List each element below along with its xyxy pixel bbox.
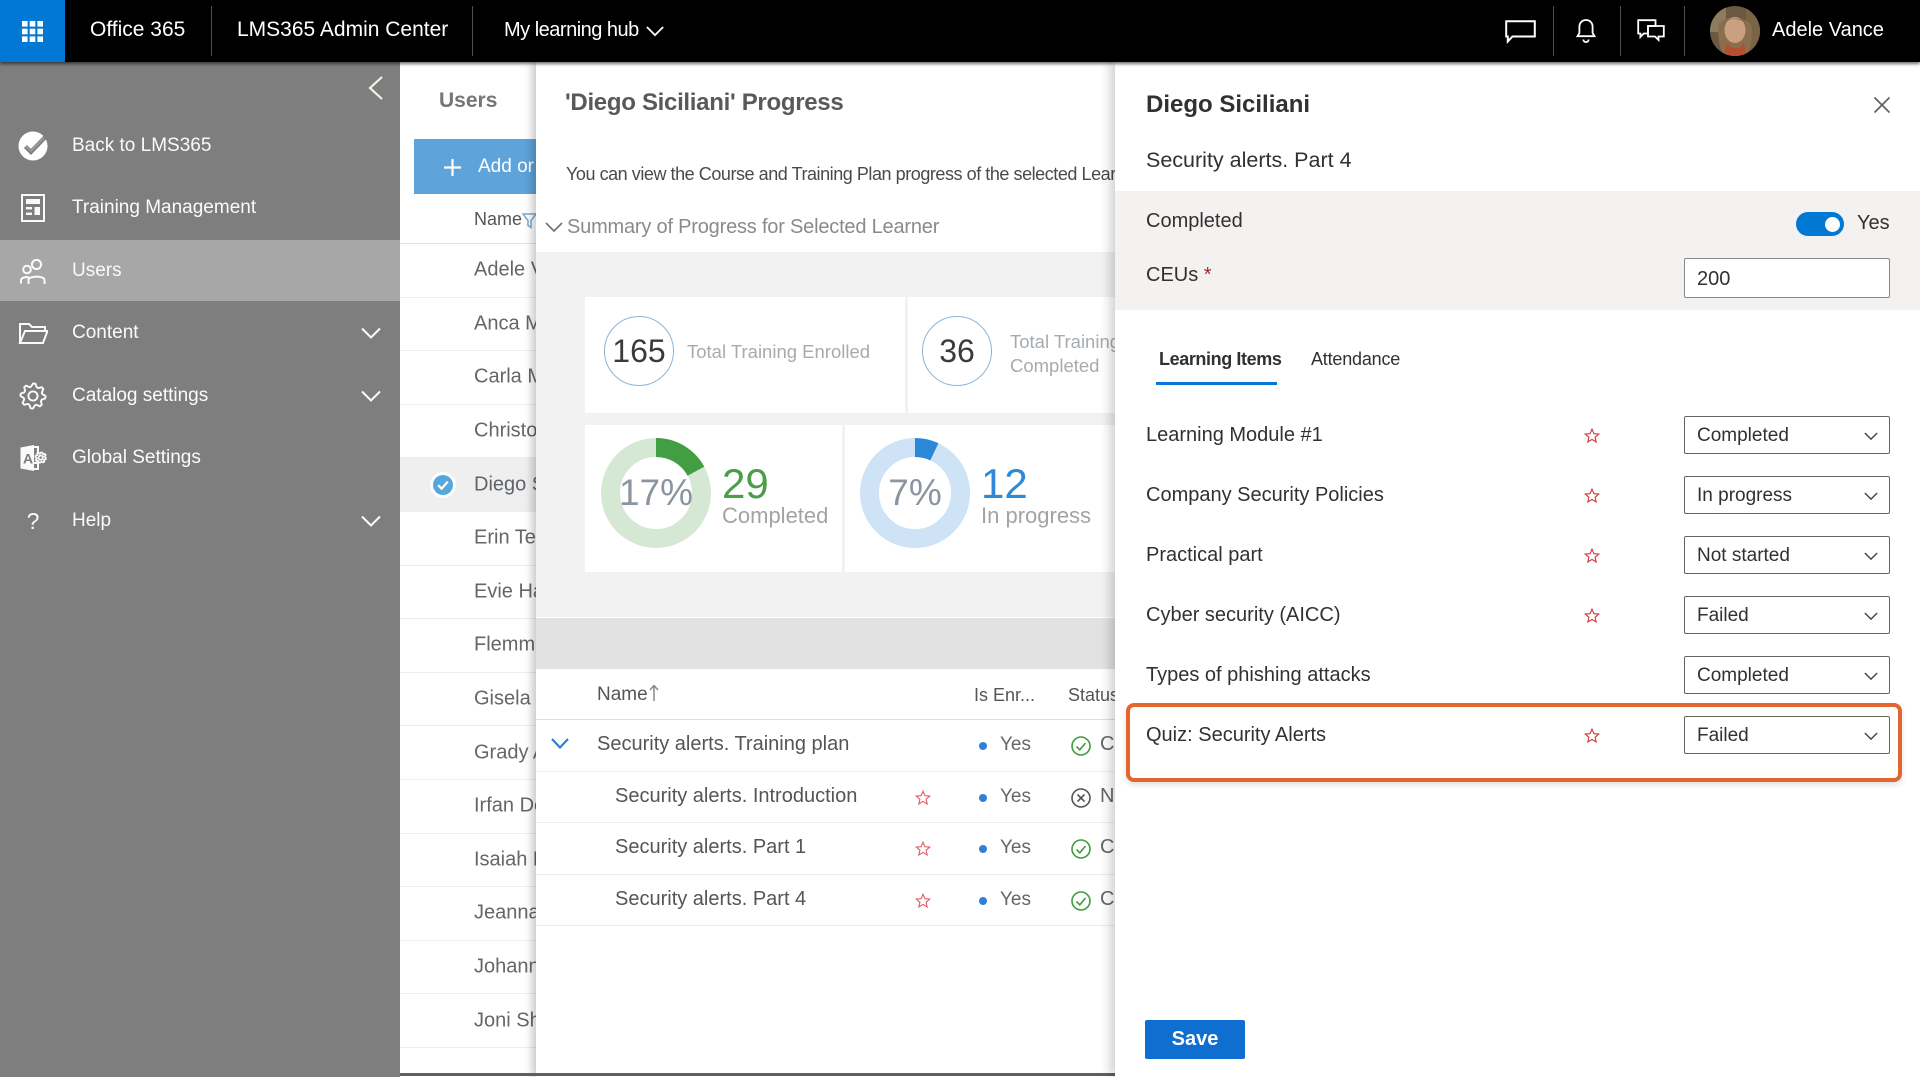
svg-text:A: A [23, 450, 33, 466]
